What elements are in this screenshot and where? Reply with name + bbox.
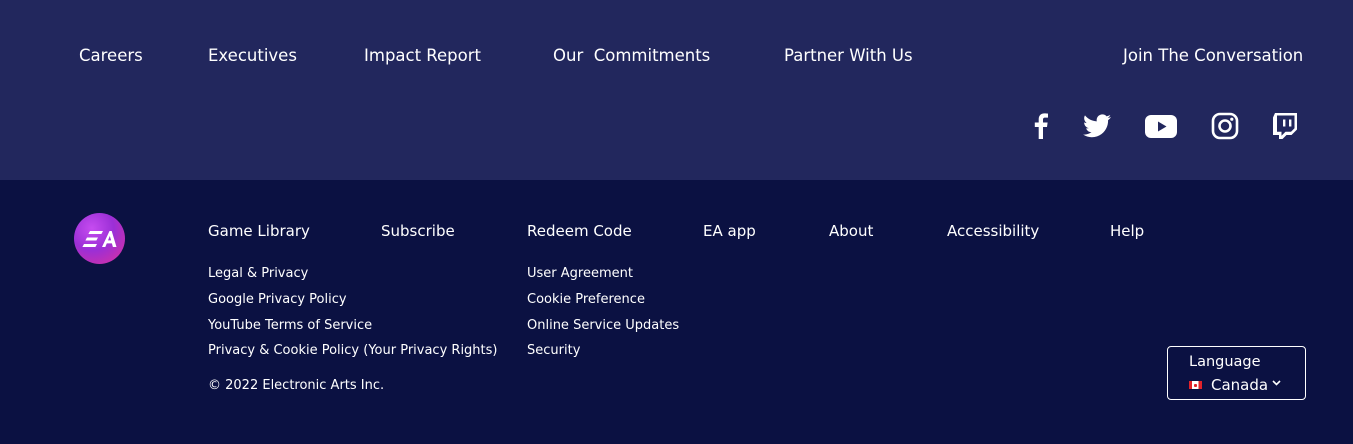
privacy-cookie-policy-link[interactable]: Privacy & Cookie Policy (Your Privacy Ri…: [208, 343, 498, 358]
youtube-terms-link[interactable]: YouTube Terms of Service: [208, 318, 372, 333]
redeem-code-link[interactable]: Redeem Code: [527, 222, 632, 240]
about-link[interactable]: About: [829, 222, 873, 240]
our-commitments-link[interactable]: Our Commitments: [553, 46, 710, 65]
chevron-down-icon: [1272, 380, 1281, 386]
twitch-icon[interactable]: [1269, 110, 1301, 142]
security-link[interactable]: Security: [527, 343, 580, 358]
youtube-icon[interactable]: [1145, 110, 1177, 142]
executives-link[interactable]: Executives: [208, 46, 297, 65]
user-agreement-link[interactable]: User Agreement: [527, 266, 633, 281]
accessibility-link[interactable]: Accessibility: [947, 222, 1039, 240]
instagram-icon[interactable]: [1209, 110, 1241, 142]
game-library-link[interactable]: Game Library: [208, 222, 310, 240]
ea-logo[interactable]: [74, 213, 125, 264]
help-link[interactable]: Help: [1110, 222, 1144, 240]
bottom-footer: [0, 180, 1353, 444]
twitter-icon[interactable]: [1081, 110, 1113, 142]
partner-with-us-link[interactable]: Partner With Us: [784, 46, 913, 65]
language-selector[interactable]: Language Canada: [1167, 346, 1306, 400]
google-privacy-policy-link[interactable]: Google Privacy Policy: [208, 292, 347, 307]
ea-logo-icon: [81, 230, 116, 247]
legal-privacy-link[interactable]: Legal & Privacy: [208, 266, 308, 281]
cookie-preference-link[interactable]: Cookie Preference: [527, 292, 645, 307]
join-conversation-heading: Join The Conversation: [1123, 46, 1304, 65]
copyright-text: © 2022 Electronic Arts Inc.: [208, 378, 385, 393]
subscribe-link[interactable]: Subscribe: [381, 222, 455, 240]
impact-report-link[interactable]: Impact Report: [364, 46, 481, 65]
facebook-icon[interactable]: [1025, 110, 1057, 142]
top-footer-bar: Careers Executives Impact Report Our Com…: [0, 0, 1353, 180]
canada-flag-icon: [1189, 381, 1202, 389]
careers-link[interactable]: Careers: [79, 46, 143, 65]
ea-app-link[interactable]: EA app: [703, 222, 756, 240]
online-service-updates-link[interactable]: Online Service Updates: [527, 318, 679, 333]
language-label: Language: [1189, 354, 1261, 370]
language-value: Canada: [1211, 376, 1269, 394]
